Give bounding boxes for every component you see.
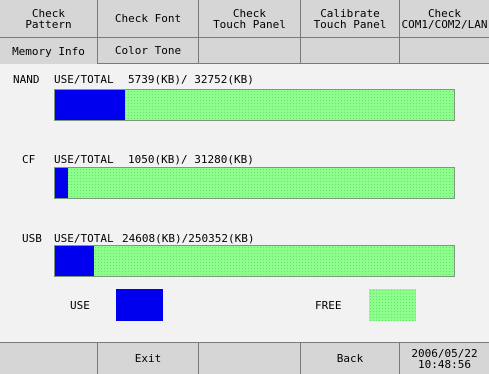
footer-empty-1 [0,343,98,374]
usb-usage-values: 24608(KB)/250352(KB) [122,232,255,245]
tab-memory-info[interactable]: Memory Info [0,38,98,64]
sub-tab-empty-4 [301,38,400,64]
cf-used-fill [55,168,69,198]
cf-usage-bar [54,167,455,199]
cf-usage-values: 1050(KB)/ 31280(KB) [128,153,254,166]
legend-use-label: USE [70,299,90,312]
sub-tab-row: Memory Info Color Tone [0,38,489,64]
top-tab-row: Check Pattern Check Font Check Touch Pan… [0,0,489,38]
usb-usage-bar [54,245,455,277]
cf-caption: USE/TOTAL [54,153,114,166]
tab-check-touch-panel[interactable]: Check Touch Panel [199,0,301,38]
sub-tab-empty-5 [400,38,489,64]
cf-label: CF [22,153,36,166]
back-button[interactable]: Back [301,343,400,374]
maintenance-screen: Check Pattern Check Font Check Touch Pan… [0,0,489,374]
legend-use-swatch [116,289,163,321]
tab-calibrate-touch-panel[interactable]: Calibrate Touch Panel [301,0,400,38]
nand-caption: USE/TOTAL [54,73,114,86]
nand-usage-values: 5739(KB)/ 32752(KB) [128,73,254,86]
legend-free-swatch [369,289,416,321]
nand-used-fill [55,90,125,120]
sub-tab-empty-3 [199,38,301,64]
tab-check-com[interactable]: Check COM1/COM2/LAN [400,0,489,38]
legend-free-label: FREE [315,299,342,312]
usb-used-fill [55,246,95,276]
nand-label: NAND [13,73,40,86]
exit-button[interactable]: Exit [98,343,199,374]
footer-button-bar: Exit Back 2006/05/22 10:48:56 [0,342,489,374]
tab-color-tone[interactable]: Color Tone [98,38,199,64]
footer-empty-3 [199,343,301,374]
usb-label: USB [22,232,42,245]
nand-usage-bar [54,89,455,121]
tab-check-pattern[interactable]: Check Pattern [0,0,98,38]
usb-caption: USE/TOTAL [54,232,114,245]
datetime-display: 2006/05/22 10:48:56 [400,343,489,374]
tab-check-font[interactable]: Check Font [98,0,199,38]
memory-info-panel: NAND USE/TOTAL 5739(KB)/ 32752(KB) CF US… [0,64,489,342]
